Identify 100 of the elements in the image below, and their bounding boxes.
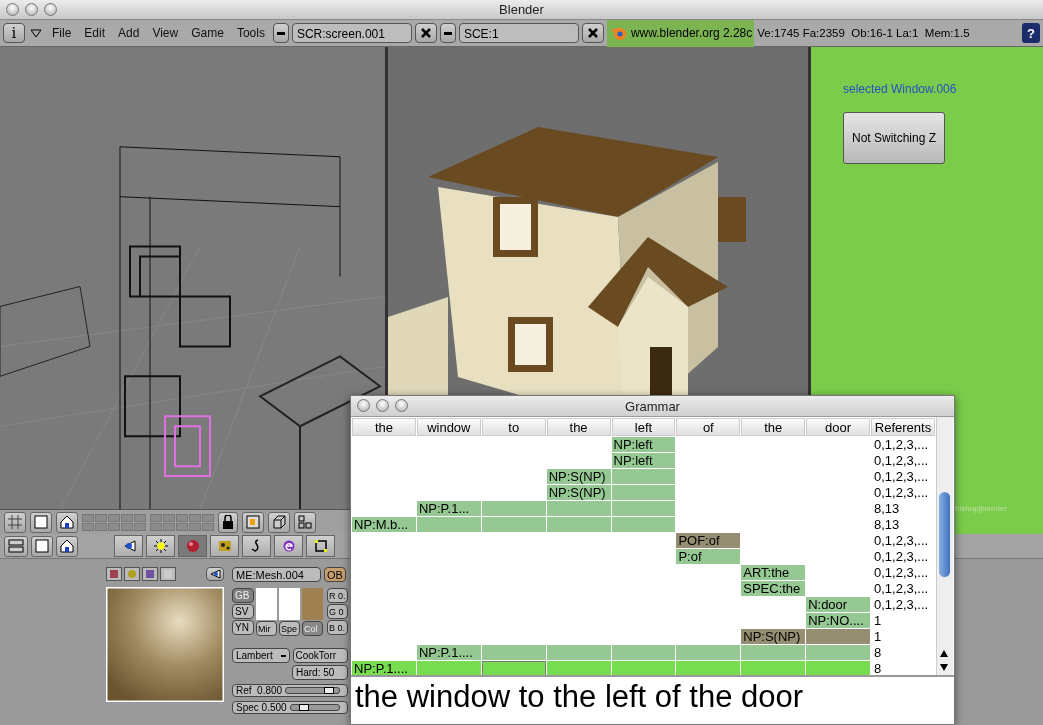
column-header[interactable]: of (676, 418, 741, 436)
slider[interactable]: Ref 0.800 (232, 684, 348, 697)
parse-cell[interactable] (481, 501, 546, 516)
curve-icon[interactable] (242, 535, 271, 557)
parse-cell[interactable]: NP:M.b... (352, 517, 416, 532)
parse-cell[interactable]: NP:left (611, 437, 676, 452)
parse-cell[interactable] (806, 645, 870, 660)
home-icon[interactable] (56, 535, 78, 557)
color-swatch[interactable] (302, 588, 323, 620)
column-header[interactable]: door (806, 418, 870, 436)
toggle-button[interactable]: Not Switching Z (843, 112, 945, 164)
parse-cell[interactable] (741, 661, 806, 675)
menu-item[interactable]: Edit (79, 26, 111, 40)
window-type-icon[interactable] (4, 535, 28, 557)
parse-cell[interactable]: NP:S(NP) (741, 629, 806, 644)
column-header[interactable]: to (481, 418, 546, 436)
page-icon[interactable] (31, 535, 53, 557)
parse-cell[interactable]: NP:P.1... (416, 501, 481, 516)
lock-icon[interactable] (218, 511, 238, 533)
column-header[interactable]: window (416, 418, 481, 436)
diffuse-dropdown[interactable]: Lambert (232, 648, 290, 663)
parse-cell[interactable]: NP:S(NP) (546, 469, 611, 484)
column-header[interactable]: left (611, 418, 676, 436)
triangle-icon[interactable] (30, 28, 42, 38)
image-icon[interactable] (242, 511, 264, 533)
parse-cell[interactable] (611, 501, 676, 516)
sentence-field[interactable]: the window to the left of the door (351, 675, 954, 724)
mode-button[interactable]: YN (232, 620, 254, 635)
scene-field[interactable]: SCE:1 (458, 23, 579, 43)
scroll-up-icon[interactable] (940, 650, 948, 657)
parse-cell[interactable] (481, 661, 546, 675)
info-icon[interactable]: i (3, 23, 25, 43)
page-icon[interactable] (30, 511, 52, 533)
hardness-field[interactable]: Hard: 50 (292, 665, 348, 680)
menu-item[interactable]: Game (186, 26, 229, 40)
parse-cell[interactable] (676, 661, 741, 675)
screen-field[interactable]: SCR:screen.001 (291, 23, 412, 43)
minus-button[interactable] (439, 23, 456, 43)
menu-item[interactable]: Tools (231, 26, 270, 40)
parse-cell[interactable] (611, 485, 676, 500)
delete-button[interactable] (414, 23, 437, 43)
color-swatch[interactable] (279, 588, 300, 620)
texture-icon[interactable] (210, 535, 239, 557)
menu-item[interactable]: Add (113, 26, 145, 40)
material-icon[interactable] (106, 567, 122, 581)
parse-cell[interactable] (611, 517, 676, 532)
slider[interactable]: Spec 0.500 (232, 701, 348, 714)
color-swatch[interactable] (256, 588, 277, 620)
column-header[interactable]: the (546, 418, 611, 436)
square-icon[interactable] (306, 535, 335, 557)
parse-cell[interactable]: NP:P.1.... (352, 661, 416, 675)
parse-cell[interactable]: N:door (806, 597, 870, 612)
mode-button[interactable]: GB (232, 588, 254, 603)
minimize-button[interactable] (376, 399, 389, 412)
close-button[interactable] (6, 3, 19, 16)
column-header[interactable]: the (352, 418, 416, 436)
parse-cell[interactable] (416, 661, 481, 675)
close-button[interactable] (357, 399, 370, 412)
parse-cell[interactable] (481, 517, 546, 532)
layout-icon[interactable] (294, 511, 316, 533)
minus-button[interactable] (272, 23, 289, 43)
parse-cell[interactable] (546, 661, 611, 675)
color-button[interactable]: Spe (279, 621, 300, 636)
ob-button[interactable]: OB (324, 567, 346, 582)
parse-cell[interactable] (546, 501, 611, 516)
script-icon[interactable] (274, 535, 303, 557)
scrollbar[interactable] (936, 417, 953, 675)
specular-dropdown[interactable]: CookTorr (292, 648, 348, 663)
column-header[interactable]: Referents (871, 418, 935, 436)
zoom-button[interactable] (395, 399, 408, 412)
parse-cell[interactable]: SPEC:the (741, 581, 806, 596)
minimize-button[interactable] (25, 3, 38, 16)
parse-cell[interactable] (741, 645, 806, 660)
parse-cell[interactable]: NP:P.1.... (416, 645, 481, 660)
parse-cell[interactable]: POF:of (676, 533, 741, 548)
parse-cell[interactable] (806, 661, 870, 675)
mode-button[interactable]: SV (232, 604, 254, 619)
parse-cell[interactable]: P:of (676, 549, 741, 564)
parse-cell[interactable] (546, 645, 611, 660)
menu-item[interactable]: View (147, 26, 184, 40)
parse-cell[interactable] (806, 629, 870, 644)
parse-cell[interactable] (416, 517, 481, 532)
eye-icon[interactable] (114, 535, 143, 557)
color-button[interactable]: Mir (256, 621, 277, 636)
parse-cell[interactable] (611, 661, 676, 675)
parse-cell[interactable] (611, 645, 676, 660)
parse-cell[interactable] (546, 517, 611, 532)
grid-icon[interactable] (4, 511, 26, 533)
mesh-field[interactable]: ME:Mesh.004 (232, 567, 321, 582)
home-icon[interactable] (56, 511, 78, 533)
parse-cell[interactable]: NP:S(NP) (546, 485, 611, 500)
parse-cell[interactable]: NP:left (611, 453, 676, 468)
lightbulb-icon[interactable] (146, 535, 175, 557)
eye-icon[interactable] (206, 567, 224, 581)
parse-cell[interactable] (481, 645, 546, 660)
zoom-button[interactable] (44, 3, 57, 16)
delete-button[interactable] (581, 23, 604, 43)
scroll-down-icon[interactable] (940, 664, 948, 671)
column-header[interactable]: the (741, 418, 806, 436)
parse-cell[interactable]: ART:the (741, 565, 806, 580)
